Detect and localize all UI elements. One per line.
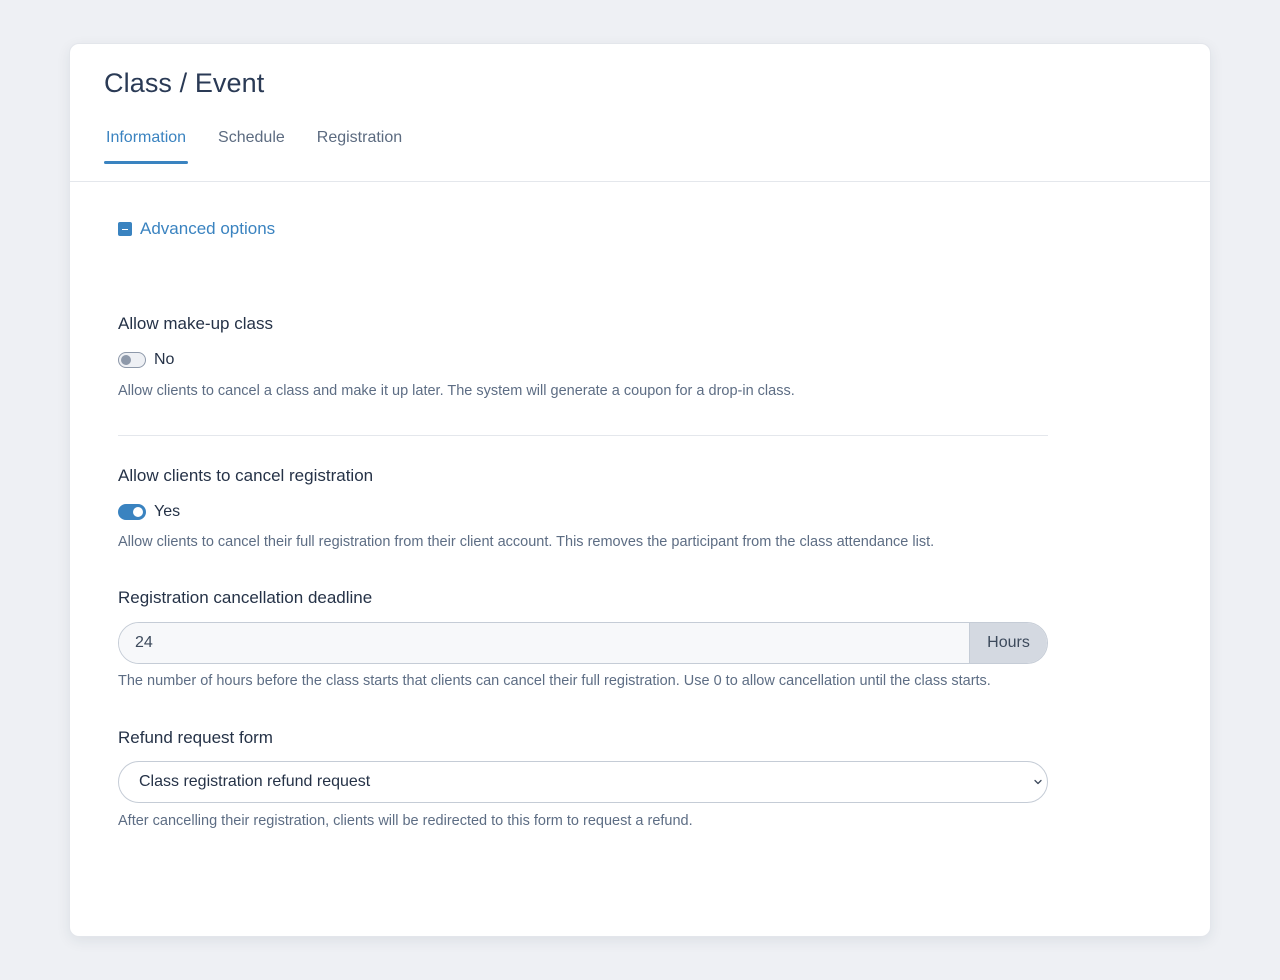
cancel-registration-toggle-row: Yes bbox=[118, 503, 180, 521]
toggle-knob bbox=[121, 355, 131, 365]
makeup-class-title: Allow make-up class bbox=[118, 314, 273, 333]
refund-form-help: After cancelling their registration, cli… bbox=[118, 813, 693, 829]
cancellation-deadline-help: The number of hours before the class sta… bbox=[118, 673, 991, 689]
cancel-registration-toggle[interactable] bbox=[118, 504, 146, 520]
card-header: Class / Event Information Schedule Regis… bbox=[70, 44, 1210, 182]
refund-form-title: Refund request form bbox=[118, 728, 273, 747]
cancellation-deadline-group: 24 Hours bbox=[118, 622, 1048, 664]
cancellation-deadline-title: Registration cancellation deadline bbox=[118, 588, 373, 607]
makeup-class-toggle[interactable] bbox=[118, 352, 146, 368]
refund-form-selected-value: Class registration refund request bbox=[139, 773, 371, 790]
makeup-class-toggle-label: No bbox=[154, 351, 175, 368]
toggle-knob bbox=[133, 507, 143, 517]
class-event-card: Class / Event Information Schedule Regis… bbox=[69, 43, 1211, 937]
makeup-class-toggle-row: No bbox=[118, 351, 174, 369]
cancel-registration-help: Allow clients to cancel their full regis… bbox=[118, 534, 935, 550]
tab-schedule[interactable]: Schedule bbox=[216, 128, 287, 164]
collapse-minus-icon bbox=[118, 222, 132, 236]
makeup-class-help: Allow clients to cancel a class and make… bbox=[118, 383, 795, 399]
page-title: Class / Event bbox=[104, 68, 265, 98]
section-divider bbox=[118, 435, 1048, 436]
cancel-registration-toggle-label: Yes bbox=[154, 503, 181, 520]
advanced-options-toggle[interactable]: Advanced options bbox=[118, 219, 275, 239]
advanced-options-label: Advanced options bbox=[140, 219, 276, 238]
tab-registration[interactable]: Registration bbox=[315, 128, 404, 164]
hours-unit-addon: Hours bbox=[969, 623, 1047, 663]
cancellation-deadline-input[interactable]: 24 bbox=[119, 623, 969, 663]
tab-information[interactable]: Information bbox=[104, 128, 189, 164]
tab-bar: Information Schedule Registration bbox=[104, 128, 432, 164]
cancel-registration-title: Allow clients to cancel registration bbox=[118, 466, 374, 485]
refund-form-select[interactable]: Class registration refund request bbox=[118, 761, 1048, 803]
chevron-down-icon bbox=[1034, 779, 1042, 785]
